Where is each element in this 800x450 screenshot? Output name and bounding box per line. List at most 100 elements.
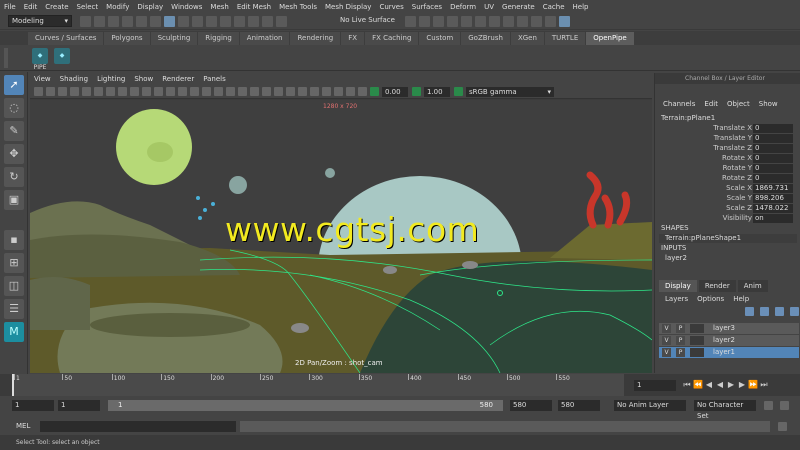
layer-color-swatch[interactable] [690,336,704,345]
safe-action-icon[interactable] [166,87,175,96]
menu-display[interactable]: Display [137,3,163,11]
snap-point-icon[interactable] [248,16,259,27]
play-forwards-icon[interactable]: ▶ [726,380,736,390]
time-slider[interactable]: 1 50 100 150 200 250 300 350 400 450 500 550 1 ⏮ ⏪ … [0,374,800,396]
layer-color-swatch[interactable] [690,324,704,333]
layer-playback-toggle[interactable]: P [676,348,685,357]
playback-end-field[interactable]: 580 [510,400,552,411]
layer-row[interactable]: V Player3 [659,323,799,334]
lasso-tool-icon[interactable]: ◌ [4,98,24,118]
snap-curve-icon[interactable] [234,16,245,27]
channel-menu-show[interactable]: Show [759,100,778,108]
layer-tab-display[interactable]: Display [659,280,697,292]
select-component-icon[interactable] [178,16,189,27]
channel-menu-channels[interactable]: Channels [663,100,695,108]
layer-visibility-toggle[interactable]: V [662,348,671,357]
step-back-frame-icon[interactable]: ◀ [704,380,714,390]
play-backwards-icon[interactable]: ◀ [715,380,725,390]
snap-grid-icon[interactable] [220,16,231,27]
go-to-start-icon[interactable]: ⏮ [682,380,692,390]
channel-value-field[interactable]: on [753,214,793,223]
menu-uv[interactable]: UV [484,3,494,11]
snap-view-icon[interactable] [262,16,273,27]
shelf-tab-rendering[interactable]: Rendering [290,31,341,45]
menu-edit-mesh[interactable]: Edit Mesh [237,3,271,11]
viewport-menu-shading[interactable]: Shading [60,75,88,83]
layer-menu-help[interactable]: Help [733,295,749,303]
layer-row[interactable]: V Player2 [659,335,799,346]
move-layer-down-icon[interactable] [760,307,769,316]
grease-pencil-icon[interactable] [94,87,103,96]
move-tool-icon[interactable]: ✥ [4,144,24,164]
shelf-tab-polygons[interactable]: Polygons [104,31,150,45]
shelf-tab-xgen[interactable]: XGen [510,31,544,45]
colorspace-dropdown[interactable]: sRGB gamma ▾ [466,86,554,97]
new-layer-selected-icon[interactable] [790,307,799,316]
single-perspective-layout-icon[interactable]: ▪ [4,230,24,250]
auto-key-icon[interactable] [764,401,773,410]
xray-components-icon[interactable] [358,87,367,96]
image-plane-icon[interactable] [70,87,79,96]
channel-row[interactable]: Rotate X0 [655,154,800,164]
live-surface-icon[interactable] [276,16,287,27]
timeline-ticks[interactable]: 1 50 100 150 200 250 300 350 400 450 500 550 [12,374,624,396]
input-node[interactable]: layer2 [665,254,687,262]
menu-file[interactable]: File [4,3,16,11]
move-layer-up-icon[interactable] [745,307,754,316]
shelf-tab-gozbrush[interactable]: GoZBrush [461,31,510,45]
isolate-select-icon[interactable] [322,87,331,96]
channel-row[interactable]: Visibility on [655,214,800,224]
render-frame-icon[interactable] [419,16,430,27]
playback-start-field[interactable]: 1 [58,400,100,411]
channel-value-field[interactable]: 0 [753,164,793,173]
field-chart-icon[interactable] [154,87,163,96]
shadows-icon[interactable] [262,87,271,96]
shelf-tab-animation[interactable]: Animation [239,31,290,45]
safe-title-icon[interactable] [178,87,187,96]
two-pane-layout-icon[interactable]: ◫ [4,276,24,296]
step-forward-key-icon[interactable]: ⏩ [748,380,758,390]
select-tool-icon[interactable]: ➚ [4,75,24,95]
character-set-dropdown[interactable]: No Character Set [694,400,756,420]
viewport-menu-show[interactable]: Show [134,75,153,83]
ambient-occlusion-icon[interactable] [274,87,283,96]
outliner-layout-icon[interactable]: ☰ [4,299,24,319]
channel-row[interactable]: Translate Z0 [655,144,800,154]
textured-icon[interactable] [238,87,247,96]
open-scene-icon[interactable] [94,16,105,27]
render-sequence-icon[interactable] [517,16,528,27]
anti-aliasing-icon[interactable] [298,87,307,96]
viewport-menu-renderer[interactable]: Renderer [162,75,194,83]
menu-select[interactable]: Select [77,3,99,11]
layer-playback-toggle[interactable]: P [676,336,685,345]
new-scene-icon[interactable] [80,16,91,27]
layer-tab-render[interactable]: Render [698,280,736,292]
color-management-icon[interactable] [454,87,463,96]
pipe-shelf-button-2[interactable]: ◆ [54,48,70,64]
viewport-menu-panels[interactable]: Panels [203,75,226,83]
smooth-shade-icon[interactable] [202,87,211,96]
menu-help[interactable]: Help [573,3,589,11]
camera-attributes-icon[interactable] [46,87,55,96]
render-view-icon[interactable] [475,16,486,27]
gamma-field[interactable]: 1.00 [424,86,450,97]
bounding-box-icon[interactable] [226,87,235,96]
depth-of-field-icon[interactable] [310,87,319,96]
bookmarks-icon[interactable] [58,87,67,96]
menu-set-dropdown[interactable]: Modeling [8,15,72,27]
menu-windows[interactable]: Windows [171,3,202,11]
channel-value-field[interactable]: 1478.022 [753,204,793,213]
animation-start-field[interactable]: 1 [12,400,54,411]
channel-value-field[interactable]: 1869.731 [753,184,793,193]
gamma-icon[interactable] [412,87,421,96]
exposure-icon[interactable] [370,87,379,96]
menu-surfaces[interactable]: Surfaces [412,3,442,11]
current-frame-field[interactable]: 1 [634,380,676,391]
scale-tool-icon[interactable]: ▣ [4,190,24,210]
layer-tab-anim[interactable]: Anim [737,280,768,292]
anim-layer-dropdown[interactable]: No Anim Layer [614,400,686,411]
menu-cache[interactable]: Cache [543,3,565,11]
channel-row[interactable]: Translate Y0 [655,134,800,144]
step-back-key-icon[interactable]: ⏪ [693,380,703,390]
channel-value-field[interactable]: 0 [753,124,793,133]
